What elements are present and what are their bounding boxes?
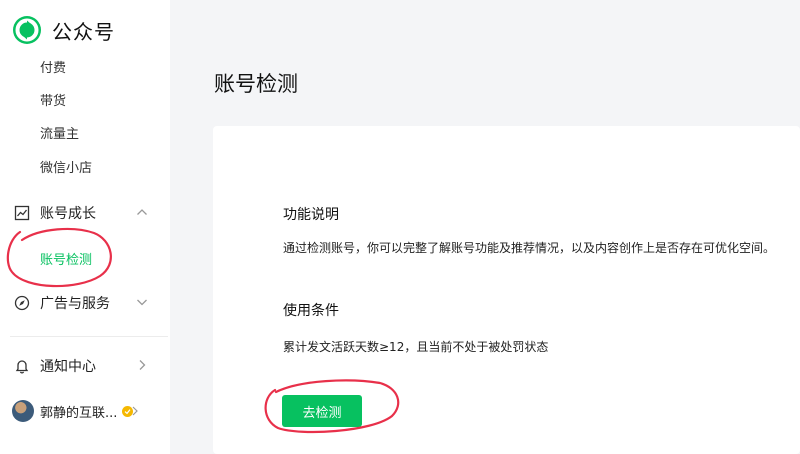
trend-chart-icon (14, 205, 30, 221)
sidebar-item-wechat-shop[interactable]: 微信小店 (40, 157, 92, 176)
sidebar-item-traffic-owner[interactable]: 流量主 (40, 123, 79, 142)
wechat-official-logo-icon (13, 16, 41, 44)
chevron-up-icon (137, 209, 147, 215)
sidebar-item-paid[interactable]: 付费 (40, 57, 66, 76)
avatar (12, 400, 34, 422)
section-title-conditions: 使用条件 (283, 303, 339, 319)
chevron-down-icon (137, 299, 147, 306)
sidebar-group-label: 广告与服务 (40, 296, 110, 312)
user-name: 郭静的互联... (40, 405, 118, 421)
sidebar-item-goods[interactable]: 带货 (40, 90, 66, 109)
start-check-button[interactable]: 去检测 (282, 395, 362, 427)
app-root: 公众号 付费 带货 流量主 微信小店 账号成长 账号检测 广告与服务 通知中心 … (0, 0, 800, 454)
user-account-menu[interactable]: 郭静的互联... (12, 398, 162, 424)
section-desc-feature: 通过检测账号，你可以完整了解账号功能及推荐情况，以及内容创作上是否存在可优化空间… (283, 241, 776, 255)
logo-text: 公众号 (52, 19, 115, 44)
notification-label: 通知中心 (40, 359, 96, 375)
sidebar-notification-center[interactable]: 通知中心 (14, 354, 154, 378)
logo[interactable]: 公众号 (12, 14, 115, 46)
compass-icon (14, 295, 30, 311)
bell-icon (15, 360, 29, 374)
section-desc-conditions: 累计发文活跃天数≥12，且当前不处于被处罚状态 (283, 340, 549, 354)
page-title: 账号检测 (214, 72, 298, 96)
section-title-feature: 功能说明 (283, 207, 339, 223)
chevron-right-icon (139, 360, 146, 370)
sidebar-group-account-growth[interactable]: 账号成长 (14, 201, 154, 225)
sidebar-group-label: 账号成长 (40, 206, 96, 222)
sidebar-item-account-check[interactable]: 账号检测 (40, 249, 92, 268)
sidebar: 公众号 付费 带货 流量主 微信小店 账号成长 账号检测 广告与服务 通知中心 … (0, 0, 170, 454)
sidebar-group-ads-services[interactable]: 广告与服务 (14, 291, 154, 315)
sidebar-divider (10, 336, 168, 337)
chevron-right-icon (132, 406, 138, 416)
